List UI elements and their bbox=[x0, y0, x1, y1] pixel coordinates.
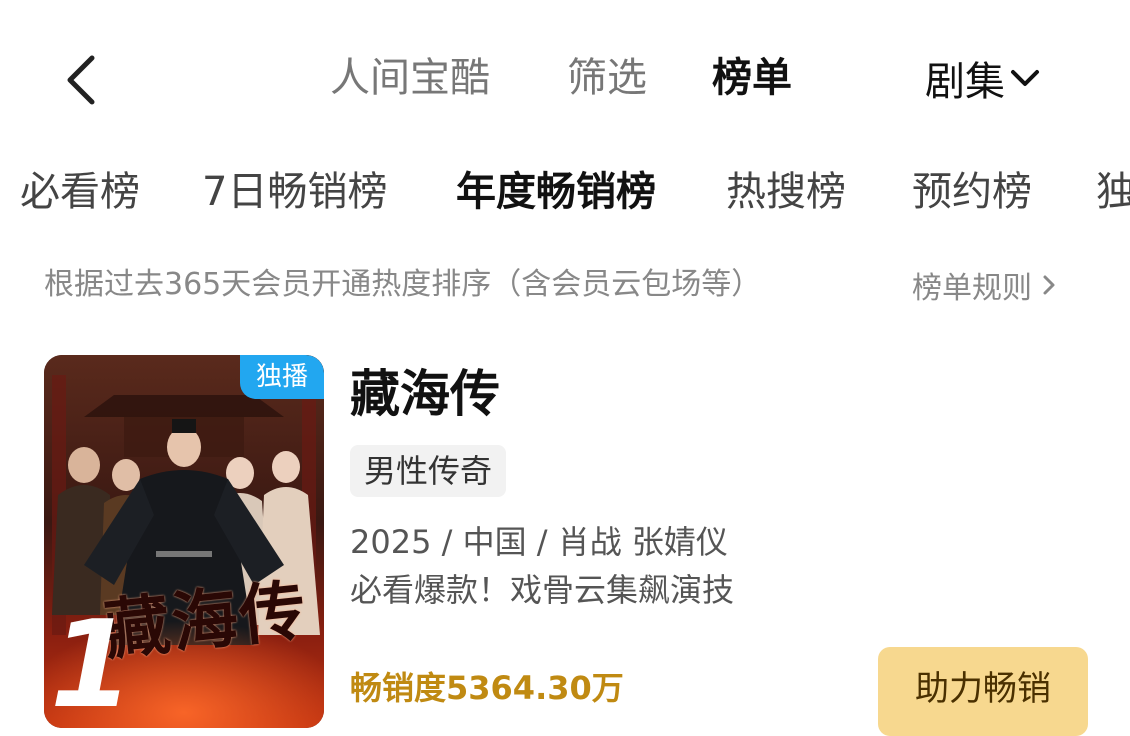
rank-number: 1 bbox=[50, 596, 133, 728]
item-slogan: 必看爆款！戏骨云集飙演技 bbox=[350, 571, 735, 609]
boost-sales-button[interactable]: 助力畅销 bbox=[878, 647, 1088, 736]
ranking-description: 根据过去365天会员开通热度排序（含会员云包场等） bbox=[44, 267, 762, 302]
genre-tag: 男性传奇 bbox=[350, 445, 507, 497]
tab-renjian-baoku[interactable]: 人间宝酷 bbox=[330, 50, 490, 106]
sales-score: 畅销度5364.30万 bbox=[350, 669, 624, 707]
rank-tab-reservation[interactable]: 预约榜 bbox=[912, 164, 1032, 220]
chevron-left-icon bbox=[67, 55, 95, 105]
category-dropdown[interactable]: 剧集 bbox=[925, 50, 1043, 106]
exclusive-badge: 独播 bbox=[240, 355, 324, 399]
chevron-down-icon bbox=[1011, 70, 1039, 86]
rank-tab-hot-search[interactable]: 热搜榜 bbox=[726, 164, 846, 220]
tab-rankings[interactable]: 榜单 bbox=[712, 50, 792, 106]
rank-tab-7day-bestseller[interactable]: 7日畅销榜 bbox=[202, 164, 387, 220]
category-label: 剧集 bbox=[925, 59, 1005, 105]
rank-tab-annual-bestseller[interactable]: 年度畅销榜 bbox=[456, 164, 656, 220]
rules-label: 榜单规则 bbox=[912, 271, 1032, 306]
rank-tab-must-watch[interactable]: 必看榜 bbox=[20, 164, 140, 220]
ranking-page: 人间宝酷 筛选 榜单 剧集 必看榜 7日畅销榜 年度畅销榜 热搜榜 预约榜 独 … bbox=[0, 0, 1130, 736]
back-button[interactable] bbox=[60, 52, 110, 108]
rules-link[interactable]: 榜单规则 bbox=[912, 264, 1060, 306]
tab-filter[interactable]: 筛选 bbox=[567, 50, 647, 106]
chevron-right-icon bbox=[1043, 275, 1055, 295]
poster-image[interactable]: 独播 藏海传 1 bbox=[44, 355, 324, 728]
item-meta: 2025 / 中国 / 肖战 张婧仪 bbox=[350, 523, 728, 561]
rank-tab-exclusive[interactable]: 独 bbox=[1096, 164, 1130, 220]
item-title[interactable]: 藏海传 bbox=[350, 362, 500, 426]
